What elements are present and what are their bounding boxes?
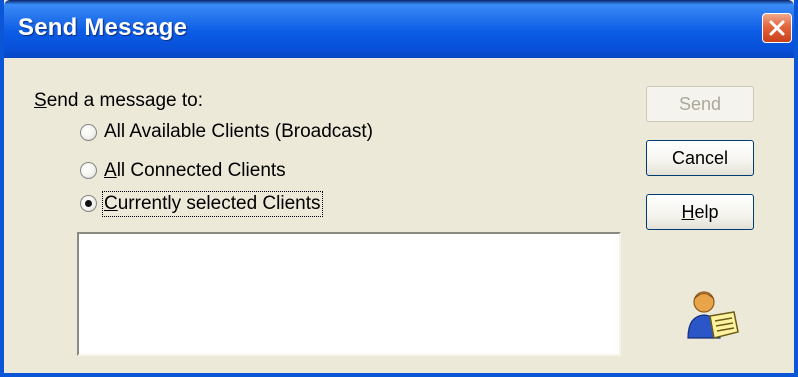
cancel-button-label: Cancel — [671, 148, 729, 168]
radio-label-all-connected[interactable]: All Connected Clients — [104, 160, 286, 182]
radio-all-connected[interactable] — [80, 162, 97, 179]
prompt-label: Send a message to: — [34, 90, 204, 111]
close-button[interactable] — [762, 13, 792, 43]
cancel-button[interactable]: Cancel — [646, 140, 754, 176]
radio-all-available[interactable] — [80, 124, 97, 141]
window-title: Send Message — [18, 14, 188, 41]
close-icon — [769, 20, 785, 36]
send-message-dialog: Send Message Send a message to: All Avai… — [0, 0, 798, 377]
send-button[interactable]: Send — [646, 86, 754, 122]
radio-label-all-available[interactable]: All Available Clients (Broadcast) — [104, 121, 373, 143]
title-bar[interactable]: Send Message — [4, 0, 794, 58]
radio-selected-dot — [85, 200, 92, 207]
user-message-icon — [687, 291, 739, 339]
selected-clients-list[interactable] — [77, 232, 621, 356]
radio-label-currently-selected[interactable]: Currently selected Clients — [102, 191, 323, 217]
send-button-label: Send — [678, 94, 722, 114]
help-button[interactable]: Help — [646, 194, 754, 230]
radio-currently-selected[interactable] — [80, 195, 97, 212]
help-button-label: Help — [681, 202, 719, 222]
